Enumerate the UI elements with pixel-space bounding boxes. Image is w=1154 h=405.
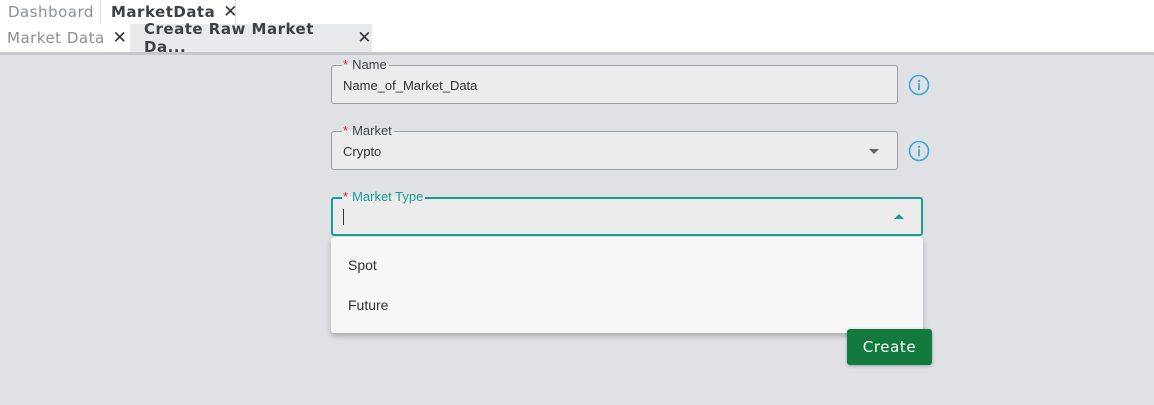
market-type-dropdown-menu: Spot Future <box>331 237 923 333</box>
close-icon[interactable]: ✕ <box>357 29 372 47</box>
tab-create-raw-label: Create Raw Market Da... <box>144 20 314 56</box>
name-field[interactable]: * Name Name_of_Market_Data <box>331 57 898 104</box>
market-type-label-text: Market Type <box>352 189 424 204</box>
tab-create-raw-market-data[interactable]: Create Raw Market Da... ✕ <box>130 20 372 56</box>
tab-marketdata-label: MarketData <box>111 3 216 21</box>
close-icon[interactable]: ✕ <box>113 29 128 47</box>
create-button[interactable]: Create <box>847 329 932 365</box>
name-field-value: Name_of_Market_Data <box>343 78 478 93</box>
market-select[interactable]: * Market Crypto <box>331 123 898 170</box>
market-type-select[interactable]: * Market Type <box>331 189 923 236</box>
dropdown-option-future[interactable]: Future <box>331 285 923 325</box>
market-field-label: * Market <box>342 123 394 138</box>
tab-dashboard[interactable]: Dashboard <box>0 0 101 24</box>
tab-market-data[interactable]: Market Data ✕ <box>0 24 130 52</box>
name-field-label: * Name <box>342 57 389 72</box>
tab-bar-divider <box>0 52 1154 55</box>
chevron-down-icon[interactable] <box>869 149 879 154</box>
market-type-field-label: * Market Type <box>342 189 426 204</box>
secondary-tab-bar: Market Data ✕ Create Raw Market Da... ✕ <box>0 20 1154 56</box>
info-icon[interactable] <box>908 74 930 96</box>
required-mark: * <box>343 123 349 138</box>
required-mark: * <box>343 189 349 204</box>
market-field-value: Crypto <box>343 144 382 159</box>
text-cursor <box>343 209 344 225</box>
dropdown-option-spot[interactable]: Spot <box>331 245 923 285</box>
required-mark: * <box>343 57 349 72</box>
chevron-up-icon[interactable] <box>894 214 904 219</box>
close-icon[interactable]: ✕ <box>223 3 238 21</box>
name-label-text: Name <box>352 57 387 72</box>
info-icon[interactable] <box>908 140 930 162</box>
market-label-text: Market <box>352 123 392 138</box>
tab-dashboard-label: Dashboard <box>8 3 94 21</box>
tab-market-data-label: Market Data <box>7 29 105 47</box>
